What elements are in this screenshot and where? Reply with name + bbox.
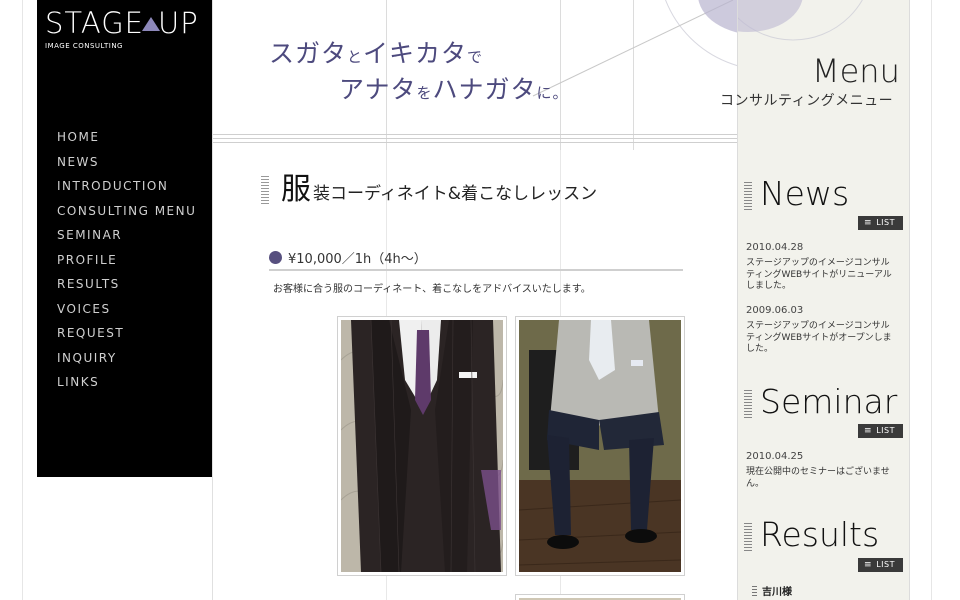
bullet-dot-icon [269, 251, 282, 264]
nav-item-seminar[interactable]: SEMINAR [57, 226, 196, 251]
dark-suit-illustration [341, 320, 503, 572]
nav-item-news[interactable]: NEWS [57, 153, 196, 178]
menu-title: Menu [812, 52, 900, 90]
heading-bars-icon [744, 523, 752, 551]
heading-bars-icon [744, 182, 752, 210]
nav-item-links[interactable]: LINKS [57, 373, 196, 398]
sidebar: STAGE UP IMAGE CONSULTING HOME NEWS INTRO… [37, 0, 212, 477]
nav-item-voices[interactable]: VOICES [57, 300, 196, 325]
heading-bars-icon [261, 176, 269, 206]
nav-item-results[interactable]: RESULTS [57, 275, 196, 300]
price-row: ¥10,000／1h（4h〜） [269, 248, 683, 271]
seminar-text: 現在公開中のセミナーはございません。 [746, 467, 890, 489]
news-text[interactable]: ステージアップのイメージコンサルティングWEBサイトがリニューアルしました。 [746, 258, 898, 293]
header-banner: スガタとイキカタで アナタをハナガタに。 [213, 0, 737, 150]
results-heading: Results [744, 517, 879, 553]
nav-item-introduction[interactable]: INTRODUCTION [57, 177, 196, 202]
main-content: 服 装コーディネイト&着こなしレッスン ¥10,000／1h（4h〜） お客様に… [213, 150, 737, 600]
right-column: Menu コンサルティングメニュー News LIST 2010.04.28 ス… [720, 0, 910, 600]
news-date: 2009.06.03 [746, 305, 804, 316]
suit-photo-dark[interactable] [337, 316, 507, 576]
heading-bars-icon [744, 390, 752, 418]
news-date: 2010.04.28 [746, 242, 804, 253]
logo-tagline: IMAGE CONSULTING [45, 42, 123, 50]
page-title-initial: 服 [281, 172, 311, 207]
tagline-line-2: アナタをハナガタに。 [339, 75, 569, 104]
menu-subtitle: コンサルティングメニュー [720, 93, 894, 109]
news-heading: News [744, 176, 849, 212]
page-title: 服 装コーディネイト&着こなしレッスン [261, 174, 597, 206]
seminar-heading: Seminar [744, 384, 897, 420]
seminar-list-button[interactable]: LIST [858, 424, 903, 438]
results-list-button[interactable]: LIST [858, 558, 903, 572]
news-list-button[interactable]: LIST [858, 216, 903, 230]
seminar-date: 2010.04.25 [746, 451, 804, 462]
logo-wordmark: STAGE UP [45, 6, 199, 40]
suit-photo-partial[interactable] [515, 594, 685, 600]
page-guide-left [22, 0, 23, 600]
nav-item-home[interactable]: HOME [57, 128, 196, 153]
nav-item-consulting-menu[interactable]: CONSULTING MENU [57, 202, 196, 227]
nav-item-request[interactable]: REQUEST [57, 324, 196, 349]
service-description: お客様に合う服のコーディネート、着こなしをアドバイスいたします。 [273, 284, 591, 295]
suit-photo-light[interactable] [515, 316, 685, 576]
price-text: ¥10,000／1h（4h〜） [288, 252, 427, 267]
light-jacket-illustration [519, 320, 681, 572]
news-text[interactable]: ステージアップのイメージコンサルティングWEBサイトがオープンしました。 [746, 321, 898, 356]
main-nav: HOME NEWS INTRODUCTION CONSULTING MENU S… [57, 128, 196, 398]
tagline-line-1: スガタとイキカタで [269, 39, 484, 68]
nav-item-profile[interactable]: PROFILE [57, 251, 196, 276]
logo[interactable]: STAGE UP IMAGE CONSULTING [45, 8, 199, 50]
page-guide-right [931, 0, 932, 600]
page-title-rest: 装コーディネイト&着こなしレッスン [313, 184, 598, 204]
nav-item-inquiry[interactable]: INQUIRY [57, 349, 196, 374]
results-name[interactable]: 吉川様 [752, 583, 792, 598]
